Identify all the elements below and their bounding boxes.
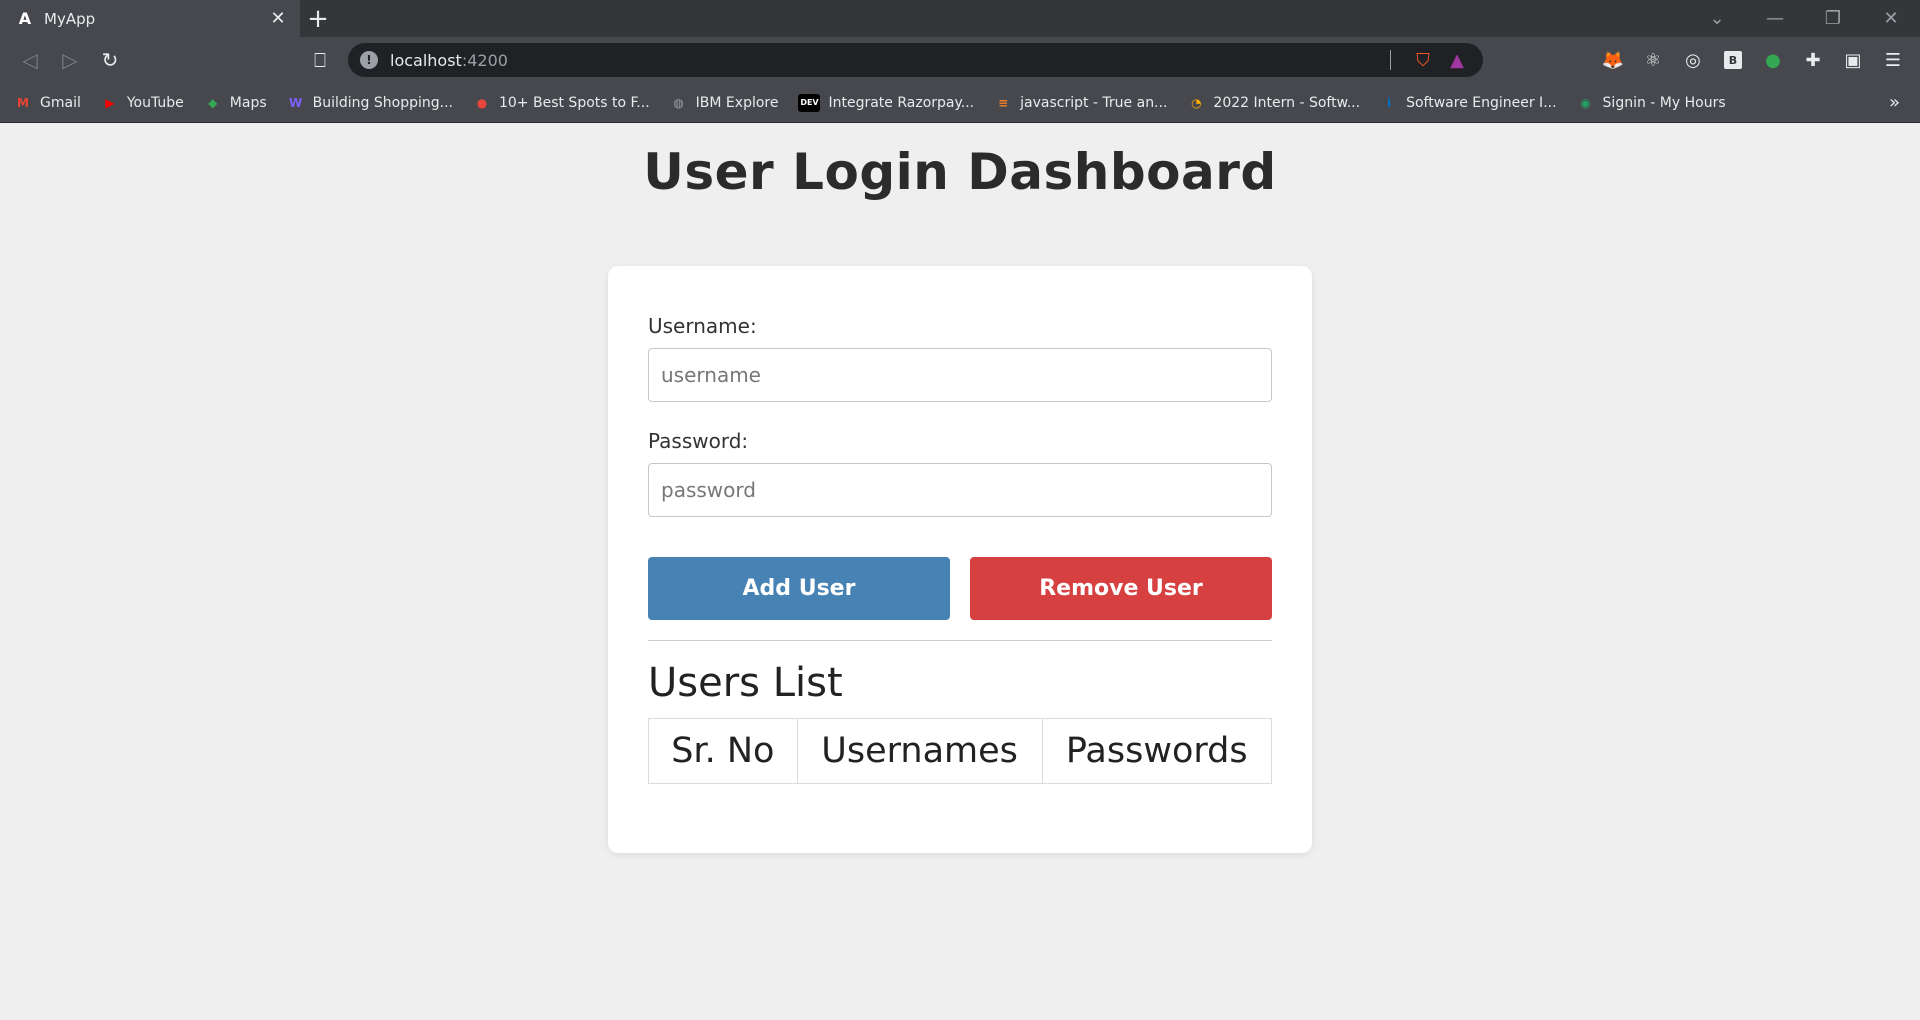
url-text[interactable]: localhost:4200 (390, 51, 1378, 70)
extensions-puzzle-icon[interactable]: ✚ (1796, 43, 1830, 77)
bookmarks-bar: M Gmail ▶ YouTube ◆ Maps W Building Shopping...… (0, 83, 1920, 123)
bookmark-label: Maps (229, 94, 267, 111)
bookmark-label: Building Shopping... (312, 94, 453, 111)
bookmark-label: IBM Explore (695, 94, 779, 111)
username-input[interactable] (648, 348, 1272, 402)
forward-icon[interactable]: ▷ (50, 40, 90, 80)
b-extension-icon[interactable]: B (1716, 43, 1750, 77)
brave-shields-icon[interactable]: ⛉ (1409, 46, 1437, 74)
password-input[interactable] (648, 463, 1272, 517)
bookmark-item[interactable]: i Software Engineer I... (1380, 94, 1557, 112)
minimize-icon[interactable]: — (1746, 0, 1804, 37)
bookmark-item[interactable]: ▶ YouTube (101, 94, 184, 112)
bookmark-label: Software Engineer I... (1406, 94, 1557, 111)
menu-icon[interactable]: ☰ (1876, 43, 1910, 77)
tab-myapp[interactable]: A MyApp ✕ (0, 0, 300, 37)
new-tab-button[interactable]: + (300, 0, 336, 37)
tab-search-icon[interactable]: ⌄ (1688, 0, 1746, 37)
stackoverflow-icon: ≡ (998, 95, 1009, 110)
divider (648, 640, 1272, 641)
close-window-icon[interactable]: ✕ (1862, 0, 1920, 37)
users-list-title: Users List (648, 660, 843, 706)
omnibox-separator (1390, 50, 1391, 70)
bookmark-item[interactable]: ◆ Maps (204, 94, 267, 112)
angular-icon: A (18, 9, 32, 28)
bookmark-item[interactable]: ◔ 2022 Intern - Softw... (1187, 94, 1360, 112)
wp-icon: W (289, 95, 303, 110)
headset-icon: ◔ (1191, 95, 1202, 110)
password-label: Password: (648, 429, 749, 453)
window-controls: ⌄ — ❐ ✕ (1688, 0, 1920, 37)
bookmark-item[interactable]: W Building Shopping... (287, 94, 453, 112)
bookmark-item[interactable]: M Gmail (14, 94, 81, 112)
page-title: User Login Dashboard (643, 143, 1277, 201)
bookmark-label: Gmail (40, 94, 81, 111)
bookmark-label: Signin - My Hours (1602, 94, 1726, 111)
globe-icon: ◍ (673, 95, 684, 110)
tab-strip: A MyApp ✕ + ⌄ — ❐ ✕ (0, 0, 1920, 37)
users-table: Sr. No Usernames Passwords (648, 718, 1272, 784)
bookmark-label: 2022 Intern - Softw... (1213, 94, 1361, 111)
dev-icon: DEV (798, 93, 821, 112)
bookmark-item[interactable]: ◍ IBM Explore (670, 94, 779, 112)
page-content: User Login Dashboard Username: Password:… (0, 123, 1920, 1020)
intel-icon: i (1387, 95, 1392, 110)
bookmark-item[interactable]: ≡ javascript - True an... (994, 94, 1167, 112)
url-port: :4200 (461, 50, 508, 70)
restore-icon[interactable]: ❐ (1804, 0, 1862, 37)
username-label: Username: (648, 314, 757, 338)
react-devtools-icon[interactable]: ⚛ (1636, 43, 1670, 77)
close-tab-icon[interactable]: ✕ (268, 8, 288, 29)
url-host: localhost (390, 50, 462, 70)
fire-icon: ● (476, 95, 488, 110)
tab-title: MyApp (44, 9, 96, 28)
browser-toolbar: ◁ ▷ ↻ ⎕ ! localhost:4200 ⛉ ▲ 🦊 ⚛ ◎ B ● ✚… (0, 37, 1920, 83)
myhours-icon: ◉ (1580, 95, 1591, 110)
gmail-icon: M (17, 95, 29, 110)
address-bar[interactable]: ! localhost:4200 ⛉ ▲ (348, 43, 1483, 77)
target-extension-icon[interactable]: ◎ (1676, 43, 1710, 77)
youtube-icon: ▶ (105, 95, 115, 110)
header-usernames: Usernames (796, 718, 1043, 784)
metamask-icon[interactable]: 🦊 (1596, 43, 1630, 77)
bookmark-item[interactable]: DEV Integrate Razorpay... (798, 93, 975, 112)
add-user-button[interactable]: Add User (648, 557, 950, 620)
header-sr-no: Sr. No (648, 718, 798, 784)
bookmark-item[interactable]: ◉ Signin - My Hours (1577, 94, 1726, 112)
bookmark-item[interactable]: ● 10+ Best Spots to F... (473, 94, 650, 112)
green-extension-icon[interactable]: ● (1756, 43, 1790, 77)
reload-icon[interactable]: ↻ (90, 40, 130, 80)
bookmark-label: Integrate Razorpay... (828, 94, 975, 111)
login-card: Username: Password: Add User Remove User… (608, 266, 1312, 853)
bookmark-label: 10+ Best Spots to F... (498, 94, 650, 111)
more-bookmarks-icon[interactable]: » (1889, 92, 1900, 113)
remove-user-button[interactable]: Remove User (970, 557, 1272, 620)
bookmark-label: YouTube (126, 94, 184, 111)
back-icon[interactable]: ◁ (10, 40, 50, 80)
brave-rewards-icon[interactable]: ▲ (1443, 46, 1471, 74)
bookmark-icon[interactable]: ⎕ (300, 40, 340, 80)
maps-icon: ◆ (208, 95, 218, 110)
header-passwords: Passwords (1041, 718, 1272, 784)
table-header-row: Sr. No Usernames Passwords (648, 718, 1272, 784)
bookmark-label: javascript - True an... (1020, 94, 1168, 111)
wallet-icon[interactable]: ▣ (1836, 43, 1870, 77)
site-info-icon[interactable]: ! (360, 51, 378, 69)
extensions-area: 🦊 ⚛ ◎ B ● ✚ ▣ ☰ (1596, 43, 1910, 77)
